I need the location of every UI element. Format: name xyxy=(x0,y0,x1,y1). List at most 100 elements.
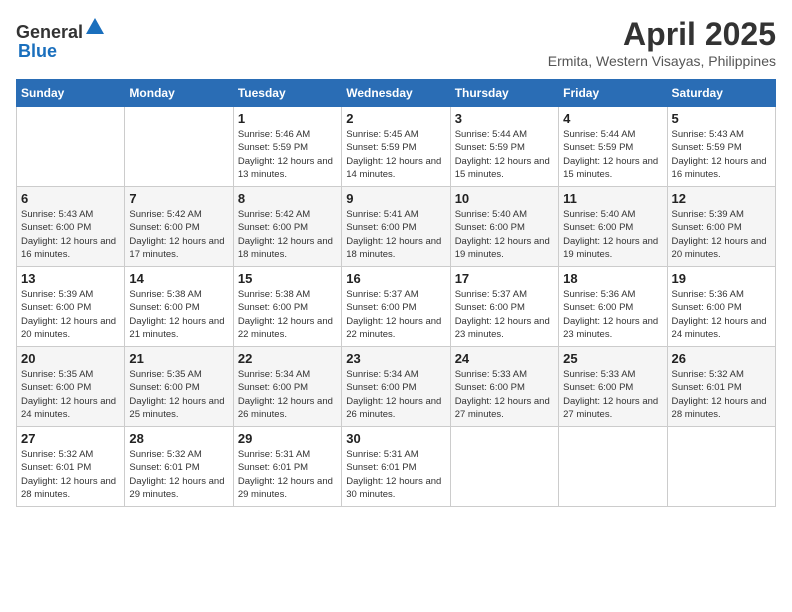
day-number: 30 xyxy=(346,431,445,446)
day-info: Sunrise: 5:36 AMSunset: 6:00 PMDaylight:… xyxy=(672,288,771,341)
calendar-cell: 7 Sunrise: 5:42 AMSunset: 6:00 PMDaylight… xyxy=(125,187,233,267)
day-number: 4 xyxy=(563,111,662,126)
calendar-cell: 16 Sunrise: 5:37 AMSunset: 6:00 PMDayligh… xyxy=(342,267,450,347)
day-number: 23 xyxy=(346,351,445,366)
calendar-cell: 23 Sunrise: 5:34 AMSunset: 6:00 PMDayligh… xyxy=(342,347,450,427)
day-number: 3 xyxy=(455,111,554,126)
calendar-cell: 14 Sunrise: 5:38 AMSunset: 6:00 PMDayligh… xyxy=(125,267,233,347)
weekday-header-wednesday: Wednesday xyxy=(342,80,450,107)
calendar-cell: 19 Sunrise: 5:36 AMSunset: 6:00 PMDayligh… xyxy=(667,267,775,347)
day-number: 27 xyxy=(21,431,120,446)
day-info: Sunrise: 5:44 AMSunset: 5:59 PMDaylight:… xyxy=(563,128,662,181)
calendar-cell: 30 Sunrise: 5:31 AMSunset: 6:01 PMDayligh… xyxy=(342,427,450,507)
day-number: 11 xyxy=(563,191,662,206)
day-number: 12 xyxy=(672,191,771,206)
weekday-header-thursday: Thursday xyxy=(450,80,558,107)
calendar-cell: 10 Sunrise: 5:40 AMSunset: 6:00 PMDayligh… xyxy=(450,187,558,267)
weekday-header-monday: Monday xyxy=(125,80,233,107)
weekday-header-saturday: Saturday xyxy=(667,80,775,107)
calendar-cell: 27 Sunrise: 5:32 AMSunset: 6:01 PMDayligh… xyxy=(17,427,125,507)
day-info: Sunrise: 5:42 AMSunset: 6:00 PMDaylight:… xyxy=(129,208,228,261)
day-number: 5 xyxy=(672,111,771,126)
calendar-cell: 6Sunrise: 5:43 AMSunset: 6:00 PMDaylight… xyxy=(17,187,125,267)
day-info: Sunrise: 5:35 AMSunset: 6:00 PMDaylight:… xyxy=(21,368,120,421)
calendar-cell: 21 Sunrise: 5:35 AMSunset: 6:00 PMDayligh… xyxy=(125,347,233,427)
day-info: Sunrise: 5:33 AMSunset: 6:00 PMDaylight:… xyxy=(563,368,662,421)
day-number: 28 xyxy=(129,431,228,446)
calendar-cell xyxy=(17,107,125,187)
day-number: 26 xyxy=(672,351,771,366)
day-number: 16 xyxy=(346,271,445,286)
day-number: 7 xyxy=(129,191,228,206)
day-info: Sunrise: 5:37 AMSunset: 6:00 PMDaylight:… xyxy=(346,288,445,341)
day-info: Sunrise: 5:40 AMSunset: 6:00 PMDaylight:… xyxy=(563,208,662,261)
title-block: April 2025 Ermita, Western Visayas, Phil… xyxy=(548,16,776,69)
weekday-header-tuesday: Tuesday xyxy=(233,80,341,107)
day-number: 25 xyxy=(563,351,662,366)
day-info: Sunrise: 5:42 AMSunset: 6:00 PMDaylight:… xyxy=(238,208,337,261)
week-row-5: 27 Sunrise: 5:32 AMSunset: 6:01 PMDayligh… xyxy=(17,427,776,507)
calendar-cell: 29 Sunrise: 5:31 AMSunset: 6:01 PMDayligh… xyxy=(233,427,341,507)
calendar-cell: 8 Sunrise: 5:42 AMSunset: 6:00 PMDaylight… xyxy=(233,187,341,267)
day-info: Sunrise: 5:46 AMSunset: 5:59 PMDaylight:… xyxy=(238,128,337,181)
day-info: Sunrise: 5:32 AMSunset: 6:01 PMDaylight:… xyxy=(21,448,120,501)
day-info: Sunrise: 5:38 AMSunset: 6:00 PMDaylight:… xyxy=(129,288,228,341)
calendar-cell xyxy=(559,427,667,507)
day-number: 18 xyxy=(563,271,662,286)
day-number: 8 xyxy=(238,191,337,206)
day-info: Sunrise: 5:39 AMSunset: 6:00 PMDaylight:… xyxy=(672,208,771,261)
calendar-cell: 2Sunrise: 5:45 AMSunset: 5:59 PMDaylight… xyxy=(342,107,450,187)
day-info: Sunrise: 5:35 AMSunset: 6:00 PMDaylight:… xyxy=(129,368,228,421)
calendar-cell: 3Sunrise: 5:44 AMSunset: 5:59 PMDaylight… xyxy=(450,107,558,187)
month-year: April 2025 xyxy=(548,16,776,53)
day-number: 10 xyxy=(455,191,554,206)
day-info: Sunrise: 5:31 AMSunset: 6:01 PMDaylight:… xyxy=(238,448,337,501)
day-info: Sunrise: 5:41 AMSunset: 6:00 PMDaylight:… xyxy=(346,208,445,261)
calendar-cell: 22 Sunrise: 5:34 AMSunset: 6:00 PMDayligh… xyxy=(233,347,341,427)
week-row-4: 20Sunrise: 5:35 AMSunset: 6:00 PMDayligh… xyxy=(17,347,776,427)
day-number: 29 xyxy=(238,431,337,446)
day-number: 2 xyxy=(346,111,445,126)
calendar-cell: 17Sunrise: 5:37 AMSunset: 6:00 PMDayligh… xyxy=(450,267,558,347)
day-info: Sunrise: 5:36 AMSunset: 6:00 PMDaylight:… xyxy=(563,288,662,341)
week-row-1: 1 Sunrise: 5:46 AMSunset: 5:59 PMDaylight… xyxy=(17,107,776,187)
location: Ermita, Western Visayas, Philippines xyxy=(548,53,776,69)
weekday-header-row: SundayMondayTuesdayWednesdayThursdayFrid… xyxy=(17,80,776,107)
weekday-header-friday: Friday xyxy=(559,80,667,107)
calendar-cell: 11 Sunrise: 5:40 AMSunset: 6:00 PMDayligh… xyxy=(559,187,667,267)
day-number: 14 xyxy=(129,271,228,286)
day-info: Sunrise: 5:32 AMSunset: 6:01 PMDaylight:… xyxy=(672,368,771,421)
calendar-cell xyxy=(450,427,558,507)
page-header: General Blue April 2025 Ermita, Western … xyxy=(16,16,776,69)
calendar-cell: 4 Sunrise: 5:44 AMSunset: 5:59 PMDaylight… xyxy=(559,107,667,187)
day-info: Sunrise: 5:40 AMSunset: 6:00 PMDaylight:… xyxy=(455,208,554,261)
day-number: 19 xyxy=(672,271,771,286)
day-number: 1 xyxy=(238,111,337,126)
weekday-header-sunday: Sunday xyxy=(17,80,125,107)
day-number: 15 xyxy=(238,271,337,286)
day-info: Sunrise: 5:34 AMSunset: 6:00 PMDaylight:… xyxy=(346,368,445,421)
day-info: Sunrise: 5:37 AMSunset: 6:00 PMDaylight:… xyxy=(455,288,554,341)
calendar-cell: 9Sunrise: 5:41 AMSunset: 6:00 PMDaylight… xyxy=(342,187,450,267)
day-info: Sunrise: 5:34 AMSunset: 6:00 PMDaylight:… xyxy=(238,368,337,421)
day-number: 22 xyxy=(238,351,337,366)
logo-icon xyxy=(84,16,106,38)
calendar-cell: 28Sunrise: 5:32 AMSunset: 6:01 PMDayligh… xyxy=(125,427,233,507)
day-number: 24 xyxy=(455,351,554,366)
day-number: 21 xyxy=(129,351,228,366)
calendar-cell: 1 Sunrise: 5:46 AMSunset: 5:59 PMDaylight… xyxy=(233,107,341,187)
day-info: Sunrise: 5:31 AMSunset: 6:01 PMDaylight:… xyxy=(346,448,445,501)
calendar-cell: 18 Sunrise: 5:36 AMSunset: 6:00 PMDayligh… xyxy=(559,267,667,347)
calendar-cell: 13 Sunrise: 5:39 AMSunset: 6:00 PMDayligh… xyxy=(17,267,125,347)
day-info: Sunrise: 5:33 AMSunset: 6:00 PMDaylight:… xyxy=(455,368,554,421)
logo: General Blue xyxy=(16,16,107,61)
calendar-cell: 5 Sunrise: 5:43 AMSunset: 5:59 PMDaylight… xyxy=(667,107,775,187)
day-number: 13 xyxy=(21,271,120,286)
day-info: Sunrise: 5:43 AMSunset: 5:59 PMDaylight:… xyxy=(672,128,771,181)
week-row-3: 13 Sunrise: 5:39 AMSunset: 6:00 PMDayligh… xyxy=(17,267,776,347)
day-info: Sunrise: 5:39 AMSunset: 6:00 PMDaylight:… xyxy=(21,288,120,341)
logo-general: General xyxy=(16,22,83,42)
logo-blue: Blue xyxy=(18,41,57,61)
calendar-cell: 25 Sunrise: 5:33 AMSunset: 6:00 PMDayligh… xyxy=(559,347,667,427)
calendar-cell xyxy=(125,107,233,187)
